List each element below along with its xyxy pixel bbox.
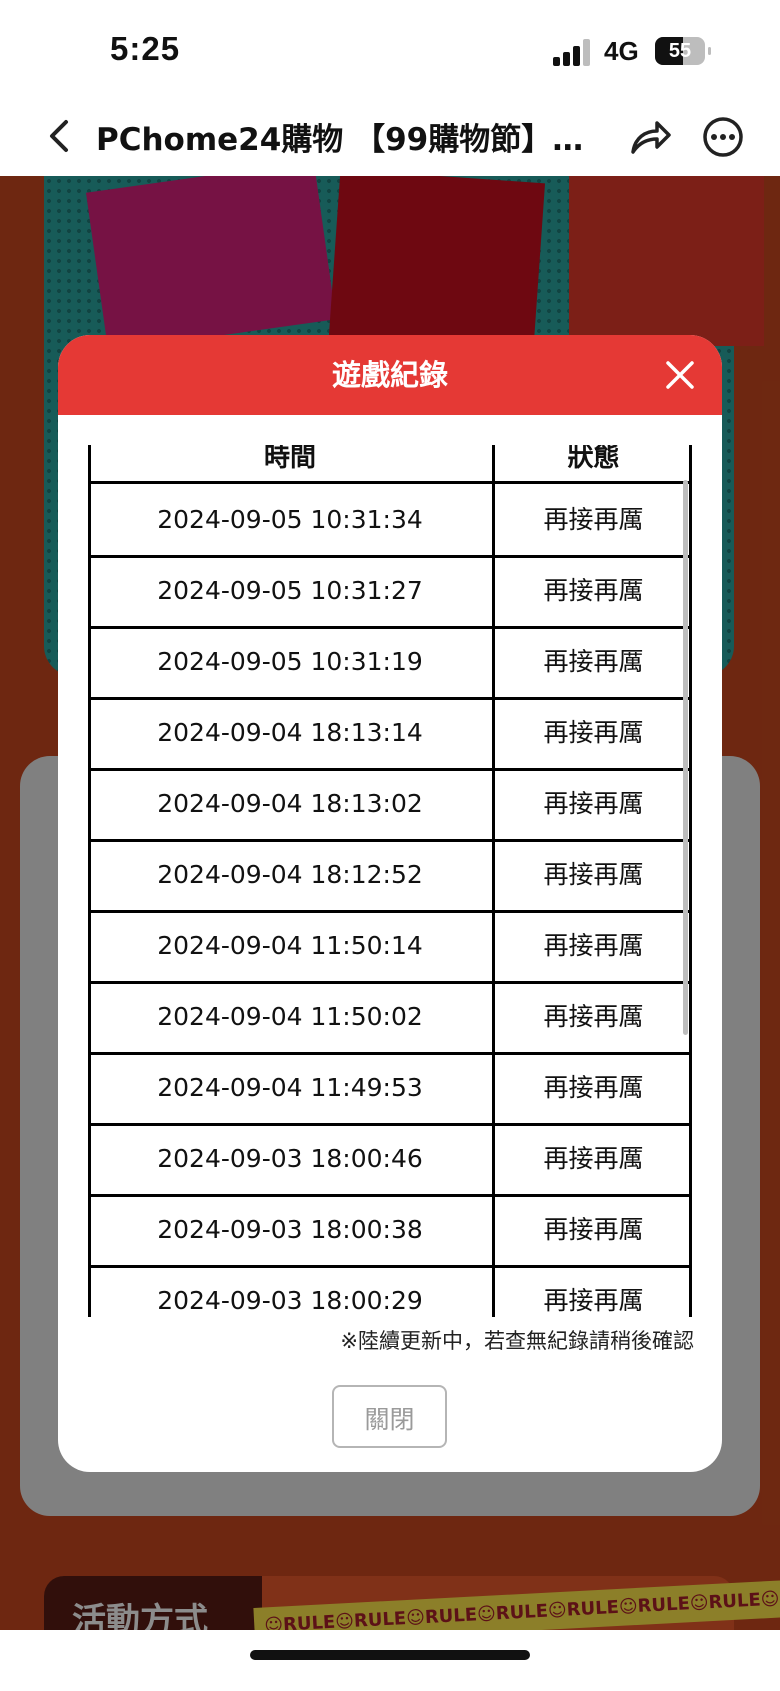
record-status: 再接再厲 — [543, 647, 644, 676]
table-row: 2024-09-04 11:50:02 再接再厲 — [88, 981, 692, 1055]
record-time: 2024-09-04 18:13:14 — [157, 718, 423, 747]
page-title: PChome24購物 【99購物節】… — [96, 122, 581, 158]
table-row: 2024-09-04 18:12:52 再接再厲 — [88, 839, 692, 913]
status-time: 5:25 — [110, 30, 181, 67]
cellular-signal-icon — [553, 38, 593, 66]
share-icon[interactable] — [627, 114, 673, 160]
close-icon[interactable] — [658, 353, 702, 397]
record-time: 2024-09-04 11:49:53 — [157, 1073, 423, 1102]
home-bar — [0, 1630, 780, 1691]
table-row: 2024-09-05 10:31:34 再接再厲 — [88, 484, 692, 558]
table-row: 2024-09-04 18:13:02 再接再厲 — [88, 768, 692, 842]
nav-bar: PChome24購物 【99購物節】… — [0, 100, 780, 176]
record-status: 再接再厲 — [543, 789, 644, 818]
table-scrollbar[interactable] — [683, 480, 688, 1035]
record-status: 再接再厲 — [543, 1073, 644, 1102]
record-time: 2024-09-04 18:12:52 — [157, 860, 423, 889]
record-time: 2024-09-04 11:50:02 — [157, 1002, 423, 1031]
record-status: 再接再厲 — [543, 576, 644, 605]
column-header-time: 時間 — [263, 445, 316, 473]
update-note: ※陸續更新中，若查無紀錄請稍後確認 — [340, 1329, 694, 1353]
record-time: 2024-09-05 10:31:19 — [157, 647, 423, 676]
table-column-divider — [492, 445, 495, 1317]
record-time: 2024-09-03 18:00:38 — [157, 1215, 423, 1244]
record-status: 再接再厲 — [543, 1215, 644, 1244]
table-row: 2024-09-03 18:00:29 再接再厲 — [88, 1265, 692, 1317]
record-status: 再接再厲 — [543, 1286, 644, 1315]
table-row: 2024-09-05 10:31:27 再接再厲 — [88, 555, 692, 629]
modal-header: 遊戲紀錄 — [58, 335, 722, 415]
table-border-left — [88, 445, 91, 1317]
table-row: 2024-09-03 18:00:46 再接再厲 — [88, 1123, 692, 1197]
record-status: 再接再厲 — [543, 1002, 644, 1031]
home-indicator[interactable] — [250, 1650, 530, 1660]
record-status: 再接再厲 — [543, 931, 644, 960]
table-row: 2024-09-04 11:50:14 再接再厲 — [88, 910, 692, 984]
record-time: 2024-09-05 10:31:34 — [157, 505, 423, 534]
battery-icon: 55 — [655, 37, 711, 65]
modal-title: 遊戲紀錄 — [331, 358, 448, 392]
back-arrow-icon[interactable] — [40, 116, 80, 156]
record-time: 2024-09-05 10:31:27 — [157, 576, 423, 605]
record-time: 2024-09-04 11:50:14 — [157, 931, 423, 960]
record-status: 再接再厲 — [543, 1144, 644, 1173]
record-status: 再接再厲 — [543, 860, 644, 889]
table-border-right — [689, 445, 692, 1317]
table-row: 2024-09-05 10:31:19 再接再厲 — [88, 626, 692, 700]
table-row: 2024-09-03 18:00:38 再接再厲 — [88, 1194, 692, 1268]
record-status: 再接再厲 — [543, 505, 644, 534]
table-row: 2024-09-04 11:49:53 再接再厲 — [88, 1052, 692, 1126]
record-status: 再接再厲 — [543, 718, 644, 747]
record-time: 2024-09-03 18:00:29 — [157, 1286, 423, 1315]
battery-level: 55 — [668, 40, 692, 62]
table-header: 時間 狀態 — [88, 445, 692, 484]
status-bar: 5:25 4G 55 — [0, 0, 780, 100]
record-table[interactable]: 時間 狀態 2024-09-05 10:31:34 再接再厲 2024-09-05 … — [88, 445, 692, 1317]
record-time: 2024-09-04 18:13:02 — [157, 789, 423, 818]
close-button[interactable]: 關閉 — [332, 1385, 447, 1448]
table-row: 2024-09-04 18:13:14 再接再厲 — [88, 697, 692, 771]
network-type: 4G — [604, 36, 639, 66]
game-record-modal: 遊戲紀錄 時間 狀態 2024-09-05 10:31:34 再接再厲 2024-0… — [58, 335, 722, 1472]
column-header-status: 狀態 — [567, 445, 620, 473]
more-options-icon[interactable] — [700, 114, 746, 160]
record-time: 2024-09-03 18:00:46 — [157, 1144, 423, 1173]
